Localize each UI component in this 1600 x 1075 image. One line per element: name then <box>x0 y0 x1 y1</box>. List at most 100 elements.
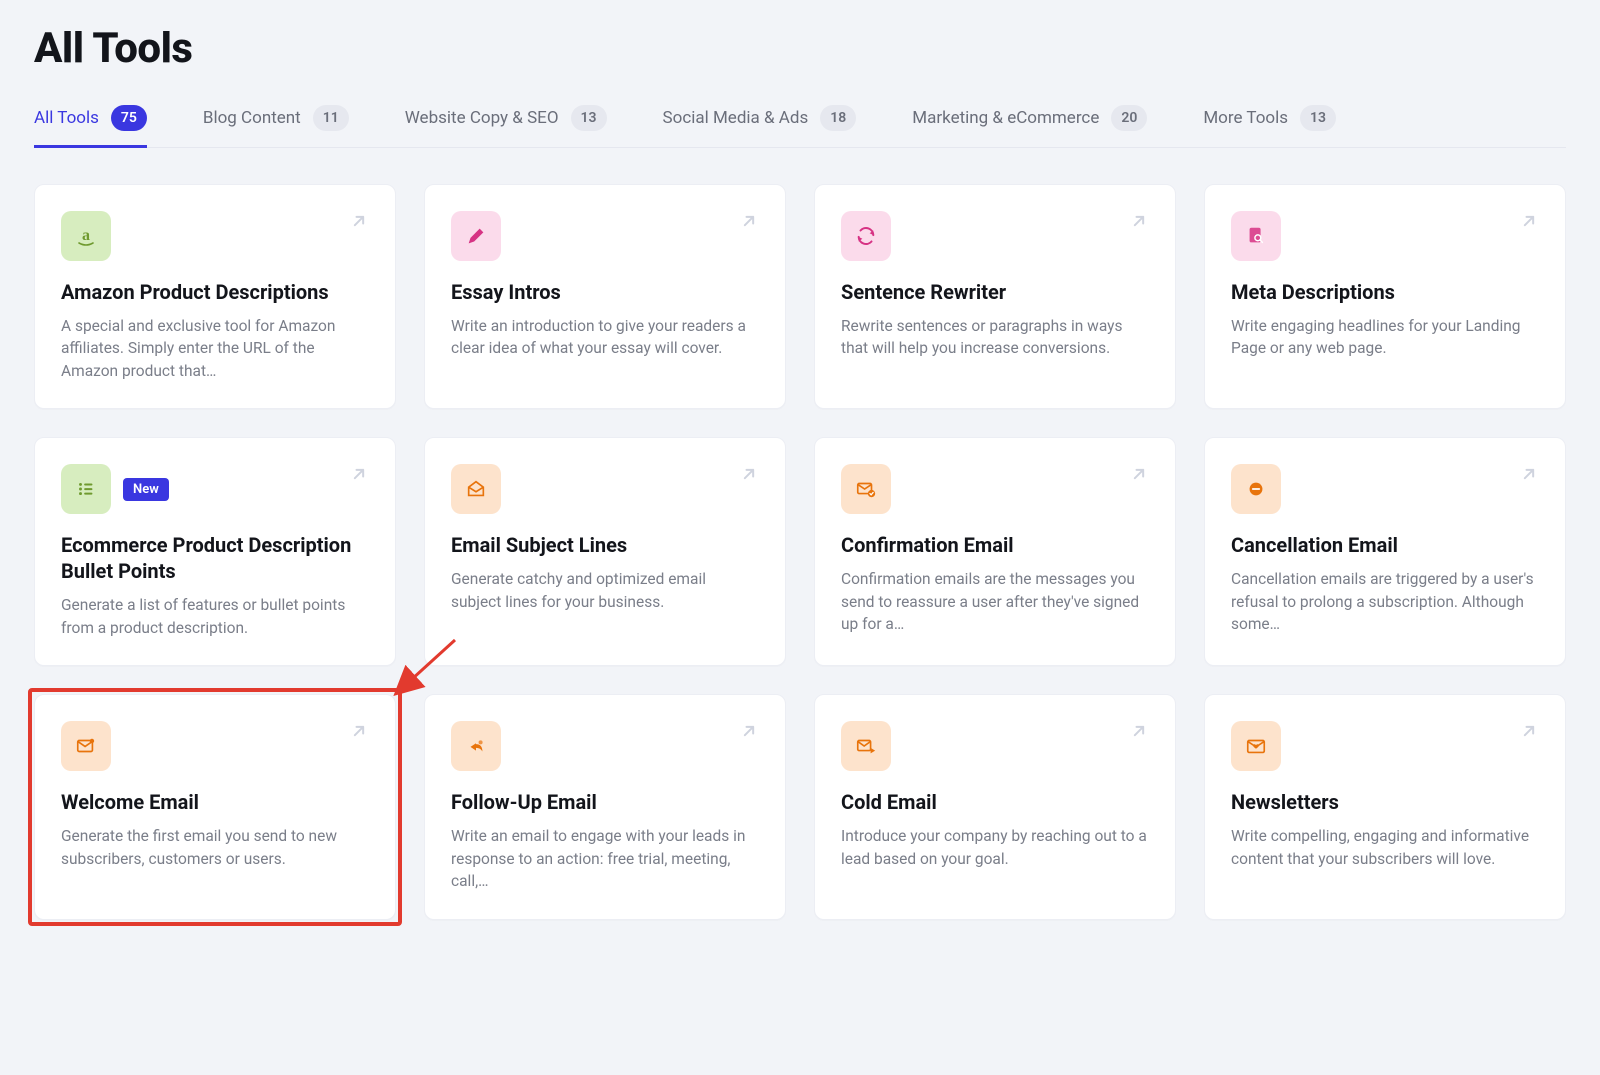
card-header-left <box>451 211 501 261</box>
card-header <box>451 721 759 771</box>
tool-card-cancel[interactable]: Cancellation Email Cancellation emails ar… <box>1204 437 1566 666</box>
tool-card-meta[interactable]: Meta DescriptionsWrite engaging headline… <box>1204 184 1566 409</box>
open-arrow-icon[interactable] <box>739 721 759 745</box>
tool-title: Cancellation Email <box>1231 532 1539 558</box>
tab-website[interactable]: Website Copy & SEO 13 <box>405 95 607 148</box>
mail-heart-icon <box>1231 721 1281 771</box>
amazon-icon: a <box>61 211 111 261</box>
card-header <box>1231 464 1539 514</box>
tab-count: 75 <box>111 105 147 131</box>
card-header-left <box>1231 721 1281 771</box>
tab-social[interactable]: Social Media & Ads 18 <box>663 95 857 148</box>
tab-marketing[interactable]: Marketing & eCommerce 20 <box>912 95 1147 148</box>
new-badge: New <box>123 478 169 501</box>
card-header <box>451 464 759 514</box>
tab-count: 20 <box>1111 105 1147 131</box>
open-arrow-icon[interactable] <box>1519 464 1539 488</box>
tool-description: Generate catchy and optimized email subj… <box>451 568 759 613</box>
tool-title: Sentence Rewriter <box>841 279 1149 305</box>
open-arrow-icon[interactable] <box>1519 211 1539 235</box>
tab-label: Blog Content <box>203 108 301 128</box>
tab-label: Social Media & Ads <box>663 108 809 128</box>
tab-all[interactable]: All Tools 75 <box>34 95 147 148</box>
tab-blog[interactable]: Blog Content11 <box>203 95 349 148</box>
tool-title: Confirmation Email <box>841 532 1149 558</box>
open-arrow-icon[interactable] <box>739 464 759 488</box>
card-header-left <box>1231 211 1281 261</box>
card-header <box>841 211 1149 261</box>
tool-card-subject[interactable]: Email Subject LinesGenerate catchy and o… <box>424 437 786 666</box>
tool-card-bullets[interactable]: New Ecommerce Product Description Bullet … <box>34 437 396 666</box>
tab-label: Website Copy & SEO <box>405 108 559 128</box>
tool-card-amazon[interactable]: a Amazon Product Descriptions A special an… <box>34 184 396 409</box>
pen-icon <box>451 211 501 261</box>
mail-check-icon <box>841 464 891 514</box>
tool-card-confirm[interactable]: Confirmation Email Confirmation emails ar… <box>814 437 1176 666</box>
tool-title: Newsletters <box>1231 789 1539 815</box>
tools-grid: a Amazon Product Descriptions A special an… <box>34 184 1566 920</box>
tool-title: Amazon Product Descriptions <box>61 279 369 305</box>
card-header-left <box>451 721 501 771</box>
tool-description: Write compelling, engaging and informati… <box>1231 825 1539 870</box>
card-header-left <box>1231 464 1281 514</box>
tool-card-cold[interactable]: Cold EmailIntroduce your company by reac… <box>814 694 1176 919</box>
tool-card-followup[interactable]: Follow-Up Email Write an email to engage … <box>424 694 786 919</box>
card-header-left <box>841 464 891 514</box>
card-header: New <box>61 464 369 514</box>
tab-count: 13 <box>1300 105 1336 131</box>
open-arrow-icon[interactable] <box>739 211 759 235</box>
card-header-left <box>841 211 891 261</box>
card-header <box>1231 211 1539 261</box>
card-header <box>61 721 369 771</box>
tool-description: Generate a list of features or bullet po… <box>61 594 369 639</box>
card-header-left <box>61 721 111 771</box>
refresh-icon <box>841 211 891 261</box>
open-arrow-icon[interactable] <box>349 464 369 488</box>
card-header: a <box>61 211 369 261</box>
doc-search-icon <box>1231 211 1281 261</box>
tool-title: Essay Intros <box>451 279 759 305</box>
tool-description: Rewrite sentences or paragraphs in ways … <box>841 315 1149 360</box>
card-header-left: New <box>61 464 169 514</box>
open-arrow-icon[interactable] <box>1129 721 1149 745</box>
tool-title: Ecommerce Product Description Bullet Poi… <box>61 532 369 584</box>
tab-count: 13 <box>571 105 607 131</box>
open-arrow-icon[interactable] <box>1129 211 1149 235</box>
card-header-left: a <box>61 211 111 261</box>
tool-description: Cancellation emails are triggered by a u… <box>1231 568 1539 635</box>
tool-description: Write an email to engage with your leads… <box>451 825 759 892</box>
card-header <box>1231 721 1539 771</box>
tool-card-essay[interactable]: Essay Intros Write an introduction to giv… <box>424 184 786 409</box>
tool-card-rewriter[interactable]: Sentence Rewriter Rewrite sentences or pa… <box>814 184 1176 409</box>
tool-description: A special and exclusive tool for Amazon … <box>61 315 369 382</box>
mail-reply-icon <box>451 721 501 771</box>
tool-title: Meta Descriptions <box>1231 279 1539 305</box>
tool-description: Generate the first email you send to new… <box>61 825 369 870</box>
tool-title: Follow-Up Email <box>451 789 759 815</box>
mail-cancel-icon <box>1231 464 1281 514</box>
tab-label: Marketing & eCommerce <box>912 108 1099 128</box>
open-arrow-icon[interactable] <box>1519 721 1539 745</box>
tab-label: All Tools <box>34 108 99 128</box>
open-arrow-icon[interactable] <box>349 211 369 235</box>
open-arrow-icon[interactable] <box>349 721 369 745</box>
tool-card-news[interactable]: Newsletters Write compelling, engaging an… <box>1204 694 1566 919</box>
mail-open-icon <box>451 464 501 514</box>
open-arrow-icon[interactable] <box>1129 464 1149 488</box>
card-header <box>841 721 1149 771</box>
tool-description: Write an introduction to give your reade… <box>451 315 759 360</box>
tool-card-welcome[interactable]: Welcome EmailGenerate the first email yo… <box>34 694 396 919</box>
tabs-nav: All Tools 75 Blog Content11 Website Copy & … <box>34 95 1566 148</box>
tab-label: More Tools <box>1203 108 1288 128</box>
tool-description: Confirmation emails are the messages you… <box>841 568 1149 635</box>
page-title: All Tools <box>34 24 1566 73</box>
list-icon <box>61 464 111 514</box>
svg-text:a: a <box>82 227 90 244</box>
card-header <box>841 464 1149 514</box>
card-header-left <box>841 721 891 771</box>
mail-send-icon <box>841 721 891 771</box>
card-header-left <box>451 464 501 514</box>
tab-count: 18 <box>820 105 856 131</box>
tab-more[interactable]: More Tools 13 <box>1203 95 1336 148</box>
tool-title: Cold Email <box>841 789 1149 815</box>
